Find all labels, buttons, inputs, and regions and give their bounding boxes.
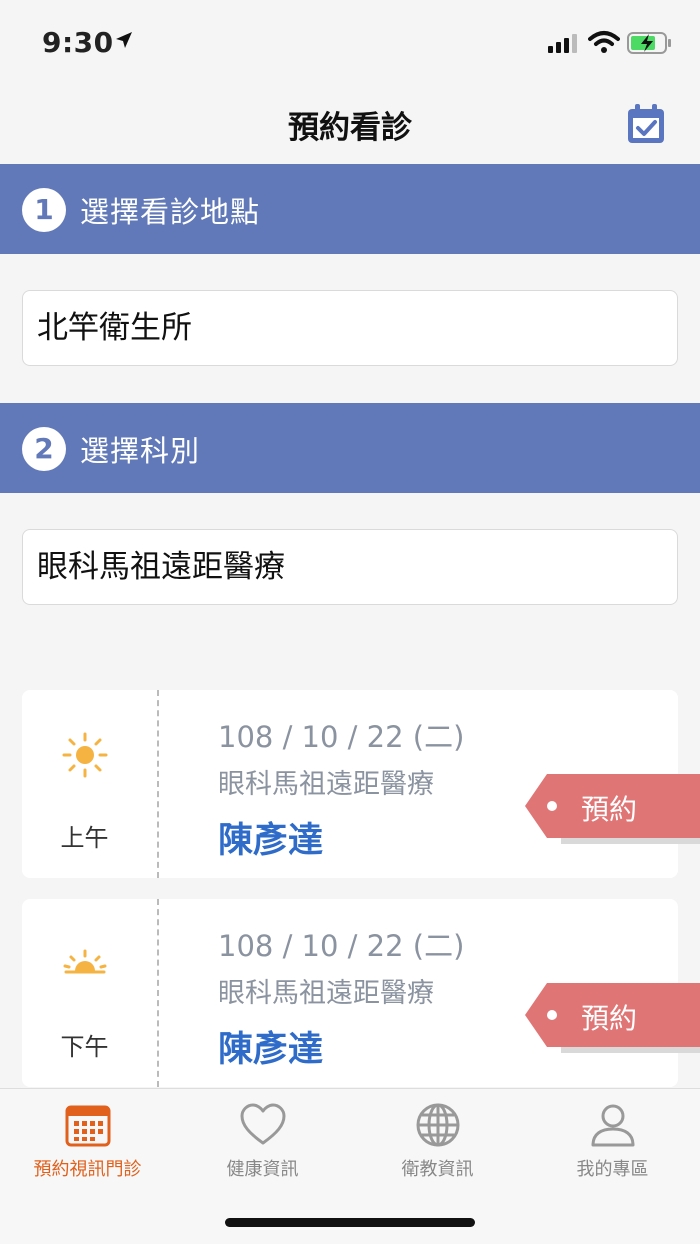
tab-label: 健康資訊 <box>226 1159 299 1180</box>
tag-dot <box>547 801 557 811</box>
department-select[interactable]: 眼科馬祖遠距醫療 <box>22 529 678 605</box>
slot-period: 上午 <box>60 824 109 852</box>
slot-date: 108 / 10 / 22 (二) <box>218 720 465 754</box>
section-title: 選擇看診地點 <box>80 195 261 229</box>
step-number: 2 <box>22 427 66 471</box>
book-button[interactable]: 預約 <box>525 983 700 1053</box>
calendar-grid-icon <box>65 1105 110 1147</box>
heart-icon <box>240 1103 285 1145</box>
tab-health-education[interactable]: 衛教資訊 <box>350 1101 525 1181</box>
book-button-label: 預約 <box>581 793 638 826</box>
location-arrow-icon <box>116 32 132 48</box>
slot-department: 眼科馬祖遠距醫療 <box>218 769 434 800</box>
sun-icon <box>62 732 108 778</box>
globe-icon <box>416 1103 459 1147</box>
section-title: 選擇科別 <box>80 434 201 468</box>
user-icon <box>591 1104 634 1147</box>
appointment-slot-card: 下午 108 / 10 / 22 (二) 眼科馬祖遠距醫療 陳彥達 預約 <box>22 899 700 1087</box>
status-time: 9:30 <box>42 26 114 59</box>
dashed-divider <box>157 899 159 1087</box>
slot-department: 眼科馬祖遠距醫療 <box>218 978 434 1009</box>
dashed-divider <box>157 690 159 878</box>
battery-charging-icon <box>627 32 671 54</box>
tab-my-area[interactable]: 我的專區 <box>525 1101 700 1181</box>
slot-doctor: 陳彥達 <box>218 821 324 861</box>
slot-period: 下午 <box>60 1033 109 1061</box>
calendar-check-icon[interactable] <box>626 103 666 145</box>
page-title: 預約看診 <box>288 110 412 146</box>
tab-label: 預約視訊門診 <box>33 1159 142 1180</box>
cellular-signal-icon <box>548 34 577 53</box>
tab-video-appointment[interactable]: 預約視訊門診 <box>0 1101 175 1181</box>
wifi-icon <box>588 31 620 53</box>
tab-health-info[interactable]: 健康資訊 <box>175 1101 350 1181</box>
section-header-location: 1 選擇看診地點 <box>0 164 700 254</box>
tab-label: 我的專區 <box>576 1159 649 1180</box>
home-indicator <box>225 1218 475 1227</box>
location-select[interactable]: 北竿衛生所 <box>22 290 678 366</box>
status-bar: 9:30 <box>0 0 700 86</box>
tab-label: 衛教資訊 <box>401 1159 474 1180</box>
book-button-label: 預約 <box>581 1002 638 1035</box>
step-number: 1 <box>22 188 66 232</box>
appointment-slot-card: 上午 108 / 10 / 22 (二) 眼科馬祖遠距醫療 陳彥達 預約 <box>22 690 700 878</box>
slot-doctor: 陳彥達 <box>218 1030 324 1070</box>
slot-date: 108 / 10 / 22 (二) <box>218 929 465 963</box>
book-button[interactable]: 預約 <box>525 774 700 844</box>
sunset-icon <box>63 949 107 974</box>
section-header-department: 2 選擇科別 <box>0 403 700 493</box>
tag-dot <box>547 1010 557 1020</box>
